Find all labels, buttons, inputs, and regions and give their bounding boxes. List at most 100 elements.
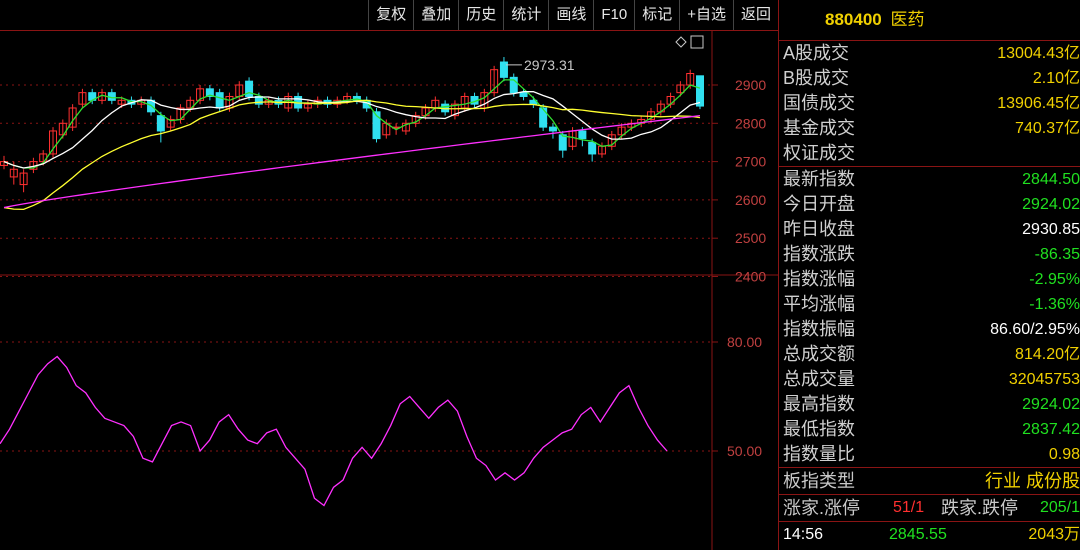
quote-row: 基金成交 740.37亿	[779, 116, 1080, 141]
quote-header: 880400 医药	[779, 0, 1080, 41]
quote-row: A股成交 13004.43亿	[779, 41, 1080, 66]
quote-value: -2.95%	[1029, 271, 1080, 288]
quote-label: 最高指数	[783, 394, 855, 414]
board-type-value[interactable]: 行业 成份股	[985, 468, 1080, 494]
quote-row: 指数振幅 86.60/2.95%	[779, 317, 1080, 342]
quote-row: 最新指数 2844.50	[779, 167, 1080, 192]
quote-row: 总成交量 32045753	[779, 367, 1080, 392]
price-tick-label: 2800	[735, 115, 766, 131]
rise-label: 涨家.涨停	[783, 498, 861, 518]
board-type-row: 板指类型 行业 成份股	[779, 468, 1080, 494]
quote-value: 32045753	[1008, 371, 1080, 388]
quote-row: 最低指数 2837.42	[779, 417, 1080, 442]
quote-label: 基金成交	[783, 118, 855, 138]
quote-value: -1.36%	[1029, 296, 1080, 313]
osc-tick-label: 80.00	[727, 334, 762, 350]
toolbar-button[interactable]: 画线	[548, 0, 593, 30]
quote-row: 指数涨跌 -86.35	[779, 242, 1080, 267]
quote-row: 最高指数 2924.02	[779, 392, 1080, 417]
candle-body	[696, 75, 704, 107]
kline-chart[interactable]: 2900 2800 2700 2600 2500 2400 80.00 50.00 2973.3…	[0, 30, 778, 550]
quote-value: 86.60/2.95%	[990, 321, 1080, 338]
quote-value: 2930.85	[1022, 221, 1080, 238]
tick-row: 14:56 2845.55 2043万	[779, 522, 1080, 548]
price-tick-label: 2900	[735, 77, 766, 93]
toolbar-button[interactable]: 返回	[732, 0, 778, 30]
candle-body	[499, 61, 508, 78]
quote-value: -86.35	[1034, 246, 1080, 263]
price-tick-label: 2500	[735, 230, 766, 246]
index-code: 880400	[825, 10, 882, 29]
quote-value: 13906.45亿	[997, 95, 1080, 112]
price-tick-label: 2700	[735, 154, 766, 170]
quote-row: B股成交 2.10亿	[779, 66, 1080, 91]
quote-label: B股成交	[783, 68, 850, 88]
quote-row: 指数量比 0.98	[779, 442, 1080, 467]
quote-label: 总成交额	[783, 344, 855, 364]
toolbar-button[interactable]: 复权	[368, 0, 413, 30]
candle-body	[578, 130, 587, 140]
index-name: 医药	[890, 10, 925, 29]
toolbar-button[interactable]: +自选	[679, 0, 733, 30]
max-marker-label: 2973.31	[524, 57, 575, 73]
price-tick-label: 2600	[735, 192, 766, 208]
quote-row: 国债成交 13906.45亿	[779, 91, 1080, 116]
toolbar-button[interactable]: F10	[593, 0, 634, 30]
index-stats-section: 最新指数 2844.50 今日开盘 2924.02 昨日收盘 2930.85 指数涨跌 -86…	[779, 167, 1080, 467]
candle-body	[215, 92, 224, 109]
quote-label: 国债成交	[783, 93, 855, 113]
quote-row: 权证成交	[779, 141, 1080, 166]
quote-label: 最新指数	[783, 169, 855, 189]
chart-toolbar: 复权 叠加 历史 统计 画线 F10 标记 +自选 返回	[0, 0, 778, 31]
quote-label: 指数振幅	[783, 319, 855, 339]
turnover-section: A股成交 13004.43亿 B股成交 2.10亿国债成交 13906.45亿基金成交 7…	[779, 41, 1080, 166]
quote-label: 总成交量	[783, 369, 855, 389]
quote-label: 最低指数	[783, 419, 855, 439]
quote-row: 今日开盘 2924.02	[779, 192, 1080, 217]
quote-value: 2.10亿	[1032, 70, 1080, 87]
quote-label: 指数量比	[783, 444, 855, 464]
quote-value: 814.20亿	[1015, 346, 1080, 363]
tick-price: 2845.55	[889, 526, 947, 543]
fall-value: 205/1	[1039, 499, 1080, 516]
quote-label: 平均涨幅	[783, 294, 855, 314]
quote-label: 今日开盘	[783, 194, 855, 214]
window-icon	[690, 35, 704, 49]
quote-row: 昨日收盘 2930.85	[779, 217, 1080, 242]
toolbar-button[interactable]: 叠加	[413, 0, 458, 30]
quote-value: 2924.02	[1022, 196, 1080, 213]
quote-panel: 880400 医药 A股成交 13004.43亿 B股成交 2.10亿国债成交 1390…	[779, 0, 1080, 550]
quote-value: 13004.43亿	[997, 45, 1080, 62]
quote-row: 总成交额 814.20亿	[779, 342, 1080, 367]
board-type-label: 板指类型	[783, 471, 855, 491]
tick-time: 14:56	[783, 526, 824, 543]
quote-label: 指数涨跌	[783, 244, 855, 264]
quote-label: 昨日收盘	[783, 219, 855, 239]
toolbar-button[interactable]: 统计	[503, 0, 548, 30]
rise-value: 51/1	[893, 499, 925, 516]
ma-white-line	[3, 91, 701, 169]
quote-value: 740.37亿	[1015, 120, 1080, 137]
quote-value: 2924.02	[1022, 396, 1080, 413]
quote-value: 0.98	[1048, 446, 1080, 463]
quote-label: A股成交	[783, 43, 850, 63]
quote-row: 平均涨幅 -1.36%	[779, 292, 1080, 317]
breadth-row: 涨家.涨停 51/1 跌家.跌停 205/1	[779, 495, 1080, 521]
candle-body	[156, 115, 165, 132]
quote-label: 权证成交	[783, 143, 855, 163]
candle-body	[588, 141, 597, 155]
candle-body	[558, 134, 567, 151]
quote-label: 指数涨幅	[783, 269, 855, 289]
fall-label: 跌家.跌停	[941, 498, 1019, 518]
oscillator-line	[0, 355, 668, 507]
ma-yellow-line	[3, 99, 701, 211]
candle-body	[519, 92, 528, 97]
diamond-icon	[675, 36, 687, 48]
osc-tick-label: 50.00	[727, 443, 762, 459]
price-tick-label: 2400	[735, 269, 766, 285]
tick-volume: 2043万	[1028, 526, 1080, 543]
quote-row: 指数涨幅 -2.95%	[779, 267, 1080, 292]
toolbar-button[interactable]: 标记	[634, 0, 679, 30]
candle-body	[539, 107, 548, 128]
toolbar-button[interactable]: 历史	[458, 0, 503, 30]
